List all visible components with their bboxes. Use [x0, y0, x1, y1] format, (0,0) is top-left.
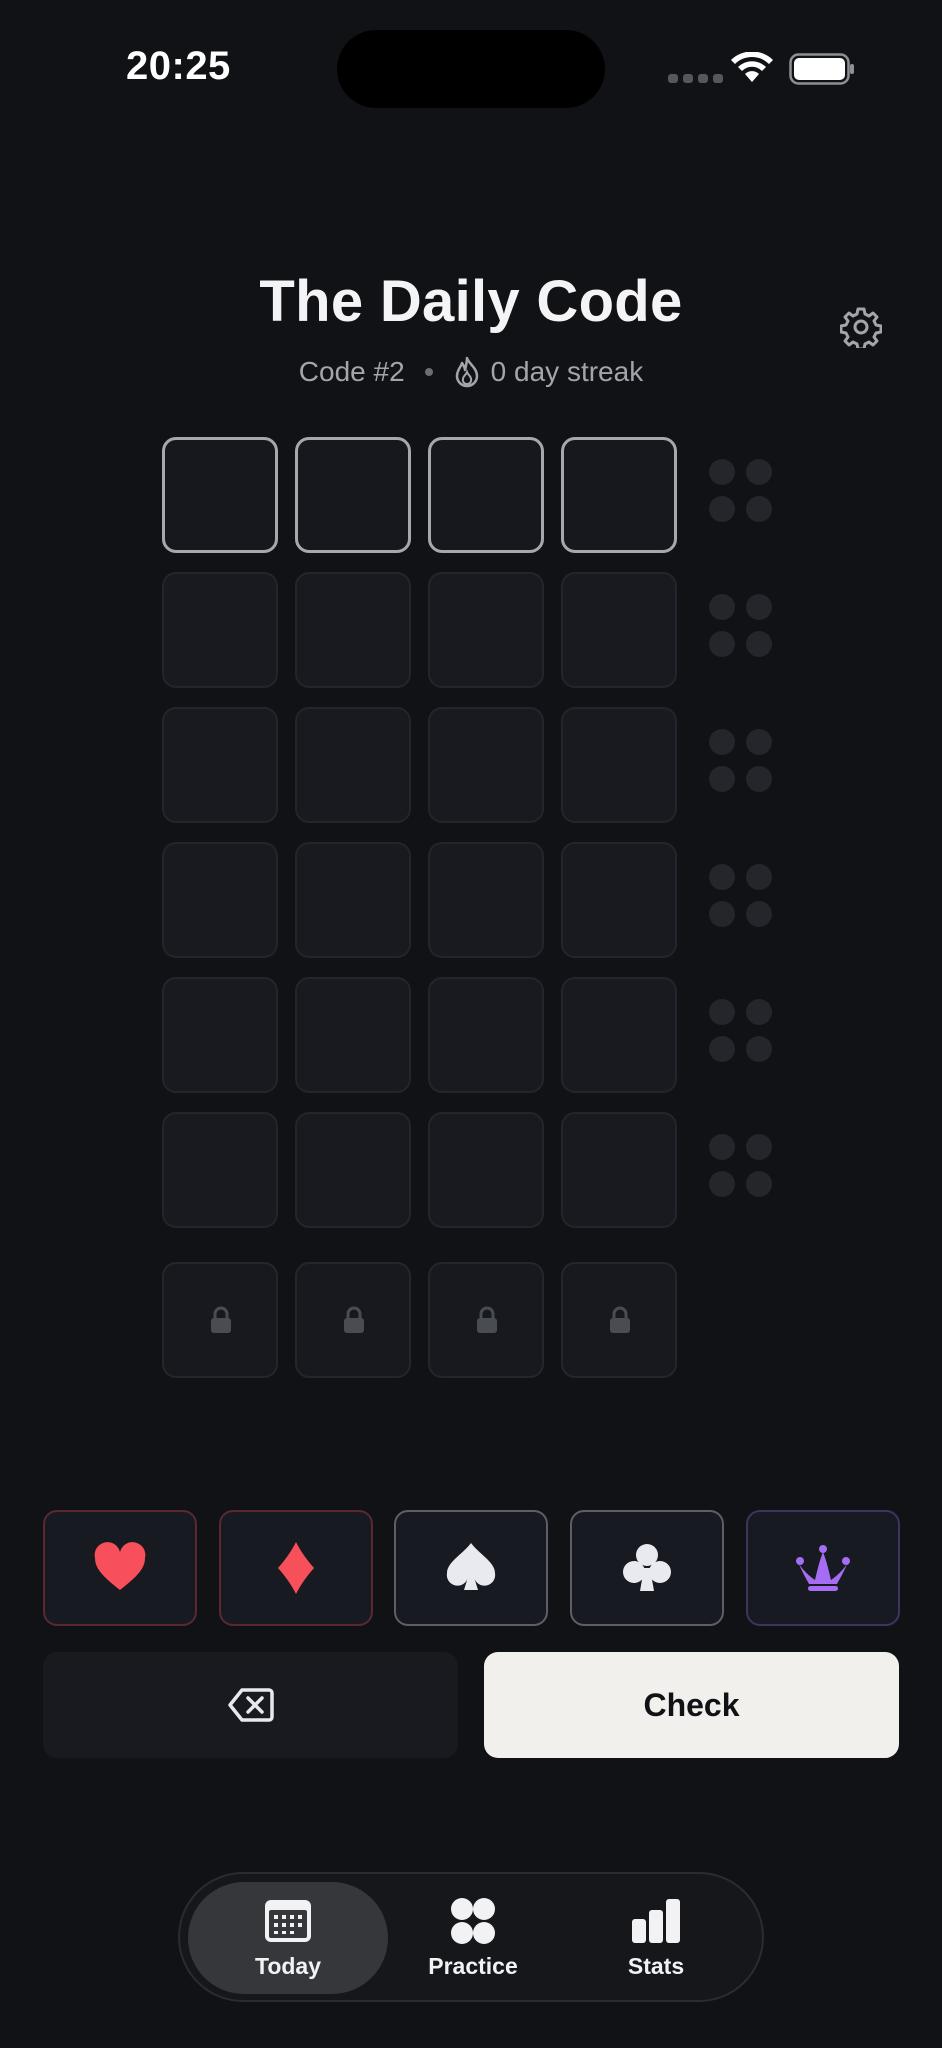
guess-slot: [428, 842, 544, 958]
diamond-icon: [278, 1542, 314, 1594]
guess-slot: [428, 1112, 544, 1228]
feedback-pegs: [709, 459, 773, 523]
dynamic-island: [337, 30, 605, 108]
streak-counter: 0 day streak: [453, 356, 644, 388]
wifi-icon: [731, 52, 773, 82]
tab-practice[interactable]: Practice: [373, 1882, 573, 1994]
guess-slot: [295, 1112, 411, 1228]
tab-stats[interactable]: Stats: [556, 1882, 756, 1994]
heart-icon: [94, 1542, 146, 1590]
guess-slot: [295, 977, 411, 1093]
tab-bar: Today Practice Stats: [178, 1872, 764, 2002]
locked-slot: [162, 1262, 278, 1378]
guess-slot: [561, 1112, 677, 1228]
spade-icon: [446, 1543, 496, 1590]
guess-slot: [162, 977, 278, 1093]
locked-slot: [428, 1262, 544, 1378]
guess-slot: [428, 707, 544, 823]
club-icon: [623, 1544, 671, 1591]
calendar-icon: [265, 1899, 311, 1942]
feedback-pegs: [709, 594, 773, 658]
guess-slot: [162, 1112, 278, 1228]
feedback-pegs: [709, 1134, 773, 1198]
tab-today[interactable]: Today: [188, 1882, 388, 1994]
flame-icon: [455, 356, 478, 388]
guess-slot: [295, 707, 411, 823]
tab-stats-label: Stats: [627, 1952, 685, 1979]
four-dots-icon: [451, 1897, 495, 1944]
secret-code-row: [162, 1262, 802, 1378]
guess-row: [162, 707, 802, 823]
guess-row: [162, 977, 802, 1093]
lock-icon: [610, 1306, 630, 1333]
guess-slot[interactable]: [428, 437, 544, 553]
guess-slot[interactable]: [162, 437, 278, 553]
guess-slot: [561, 977, 677, 1093]
guess-slot: [428, 572, 544, 688]
guess-slot: [162, 707, 278, 823]
backspace-icon: [227, 1688, 274, 1722]
bar-chart-icon: [632, 1898, 680, 1943]
gear-icon[interactable]: [840, 306, 882, 348]
tab-today-label: Today: [254, 1952, 322, 1979]
feedback-pegs: [709, 729, 773, 793]
lock-icon: [344, 1306, 364, 1333]
guess-slot[interactable]: [295, 437, 411, 553]
jester-icon: [796, 1545, 850, 1591]
guess-slot: [162, 572, 278, 688]
code-number: Code #2: [298, 356, 405, 387]
guess-slot: [561, 842, 677, 958]
backspace-button[interactable]: [43, 1652, 458, 1758]
streak-label: 0 day streak: [490, 356, 644, 387]
screen: 20:25 The Daily Code Code #2 0 day strea…: [0, 0, 942, 2048]
battery-icon: [789, 53, 854, 85]
club-key[interactable]: [570, 1510, 724, 1626]
check-button[interactable]: Check: [484, 1652, 899, 1758]
cellular-signal-icon: [668, 74, 723, 83]
feedback-pegs: [709, 999, 773, 1063]
lock-icon: [477, 1306, 497, 1333]
subtitle: Code #2 0 day streak: [0, 356, 942, 388]
guess-row: [162, 572, 802, 688]
guess-slot: [428, 977, 544, 1093]
guess-slot[interactable]: [561, 437, 677, 553]
guess-slot: [295, 572, 411, 688]
status-time: 20:25: [126, 44, 231, 88]
guess-slot: [295, 842, 411, 958]
lock-icon: [211, 1306, 231, 1333]
guess-row: [162, 1112, 802, 1228]
page-title: The Daily Code: [259, 269, 683, 334]
locked-slot: [561, 1262, 677, 1378]
locked-slot: [295, 1262, 411, 1378]
separator-dot: [424, 368, 433, 376]
guess-slot: [561, 707, 677, 823]
heart-key[interactable]: [43, 1510, 197, 1626]
guess-slot: [561, 572, 677, 688]
guess-row: [162, 842, 802, 958]
diamond-key[interactable]: [219, 1510, 373, 1626]
jester-key[interactable]: [746, 1510, 900, 1626]
spade-key[interactable]: [394, 1510, 548, 1626]
guess-row: [162, 437, 802, 553]
feedback-pegs: [709, 864, 773, 928]
guess-slot: [162, 842, 278, 958]
tab-practice-label: Practice: [428, 1952, 518, 1979]
